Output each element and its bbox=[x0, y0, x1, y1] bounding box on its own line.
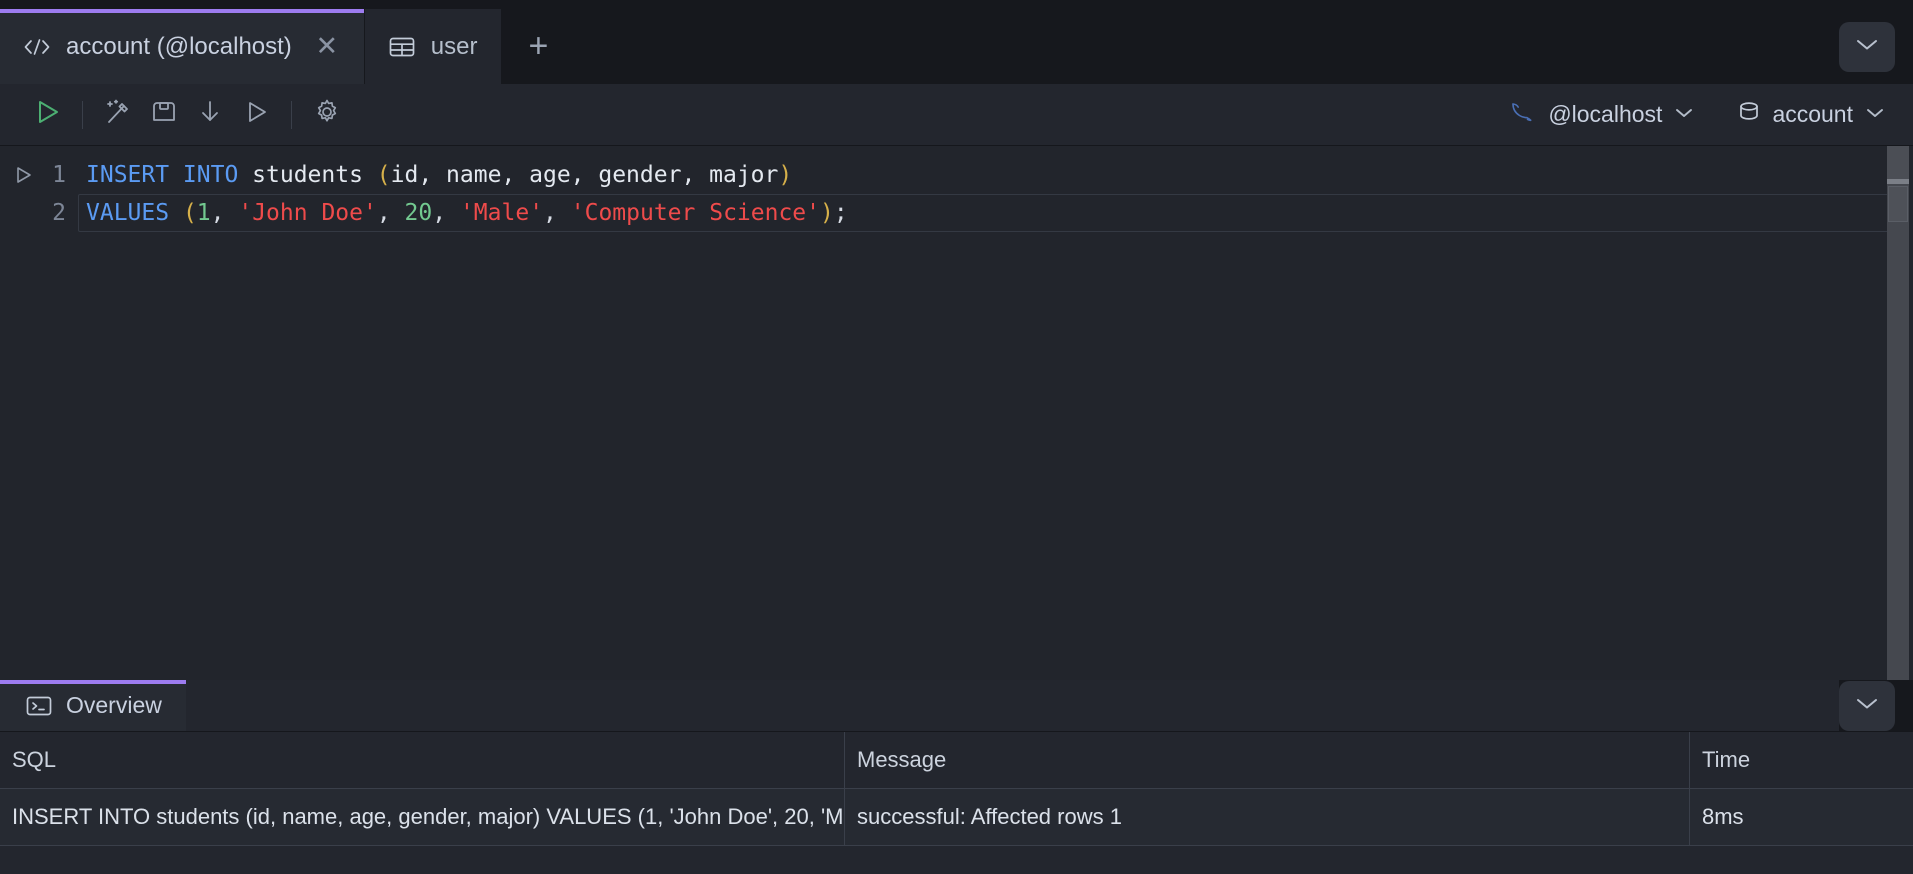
line-number: 1 bbox=[52, 162, 66, 188]
table-header-row: SQL Message Time bbox=[0, 732, 1913, 789]
panel-tab-label: Overview bbox=[66, 692, 162, 718]
run-statement-icon[interactable] bbox=[10, 164, 36, 186]
chevron-down-icon bbox=[1674, 106, 1694, 124]
tab-overview[interactable]: Overview bbox=[0, 680, 186, 731]
table-icon bbox=[387, 35, 417, 59]
connection-name: @localhost bbox=[1548, 101, 1663, 127]
cell-message[interactable]: successful: Affected rows 1 bbox=[845, 789, 1690, 845]
scrollbar-track[interactable] bbox=[1887, 146, 1909, 680]
terminal-icon bbox=[24, 694, 54, 718]
column-header-time[interactable]: Time bbox=[1690, 732, 1913, 788]
active-tab-indicator bbox=[0, 9, 364, 13]
results-panel: Overview SQL Message Time INSERT INTO st… bbox=[0, 680, 1913, 874]
toolbar-divider bbox=[291, 100, 292, 129]
sql-editor[interactable]: 1 2 INSERT INTO students (id, name, age,… bbox=[0, 146, 1913, 680]
database-icon bbox=[1736, 99, 1762, 131]
download-button[interactable] bbox=[187, 92, 233, 138]
code-token: , bbox=[543, 200, 571, 226]
cell-sql[interactable]: INSERT INTO students (id, name, age, gen… bbox=[0, 789, 845, 845]
toolbar-divider bbox=[82, 100, 83, 129]
scrollbar-viewport-box[interactable] bbox=[1888, 186, 1908, 222]
editor-vertical-scrollbar[interactable] bbox=[1887, 146, 1913, 680]
code-token: 'Male' bbox=[459, 200, 544, 226]
column-header-sql[interactable]: SQL bbox=[0, 732, 845, 788]
tab-label: user bbox=[430, 32, 478, 60]
gutter-line-1: 1 bbox=[10, 156, 78, 194]
settings-button[interactable] bbox=[304, 92, 350, 138]
tab-bar-spacer bbox=[574, 9, 1839, 84]
chevron-down-icon bbox=[1854, 695, 1880, 716]
code-tags-icon bbox=[22, 35, 52, 59]
results-tab-spacer bbox=[185, 680, 1839, 731]
table-row[interactable]: INSERT INTO students (id, name, age, gen… bbox=[0, 789, 1913, 846]
code-token: , bbox=[210, 200, 239, 226]
code-token: 'Computer Science' bbox=[570, 200, 820, 226]
tab-user[interactable]: user bbox=[364, 9, 503, 84]
cell-time[interactable]: 8ms bbox=[1690, 789, 1913, 845]
code-line-1: INSERT INTO students (id, name, age, gen… bbox=[86, 156, 1913, 194]
run-query-button[interactable] bbox=[24, 92, 70, 138]
tab-label: account (@localhost) bbox=[66, 32, 292, 60]
results-tab-bar: Overview bbox=[0, 680, 1913, 732]
editor-gutter: 1 2 bbox=[0, 146, 78, 680]
code-token: , bbox=[432, 200, 460, 226]
code-token: ( bbox=[182, 200, 197, 226]
code-token: ( bbox=[376, 162, 391, 188]
line-number: 2 bbox=[52, 200, 66, 226]
save-button[interactable] bbox=[141, 92, 187, 138]
code-token: INSERT INTO bbox=[86, 162, 253, 188]
code-token: 'John Doe' bbox=[238, 200, 377, 226]
code-token: students bbox=[252, 162, 377, 188]
play-outline-icon bbox=[241, 97, 271, 132]
code-token: VALUES bbox=[86, 200, 183, 226]
scrollbar-marker bbox=[1887, 179, 1909, 184]
close-icon[interactable]: ✕ bbox=[314, 33, 340, 60]
download-arrow-icon bbox=[195, 97, 225, 132]
play-icon bbox=[32, 97, 62, 132]
editor-toolbar: @localhost account bbox=[0, 84, 1913, 146]
plus-icon: + bbox=[528, 27, 549, 65]
code-token: ) bbox=[820, 200, 834, 226]
results-table: SQL Message Time INSERT INTO students (i… bbox=[0, 732, 1913, 874]
database-name: account bbox=[1772, 101, 1853, 127]
new-tab-button[interactable]: + bbox=[502, 9, 575, 84]
gear-icon bbox=[312, 97, 342, 132]
database-selector[interactable]: account bbox=[1730, 99, 1891, 131]
code-token: 1 bbox=[196, 200, 211, 226]
format-sql-button[interactable] bbox=[95, 92, 141, 138]
code-token: , bbox=[376, 200, 405, 226]
code-token: id, name, age, gender, major bbox=[390, 162, 779, 188]
code-token: ) bbox=[778, 162, 793, 188]
sql-editor-area: 1 2 INSERT INTO students (id, name, age,… bbox=[0, 146, 1913, 680]
editor-code[interactable]: INSERT INTO students (id, name, age, gen… bbox=[78, 146, 1913, 680]
scrollbar-thumb[interactable] bbox=[1887, 146, 1909, 179]
code-line-2: VALUES (1, 'John Doe', 20, 'Male', 'Comp… bbox=[86, 194, 1913, 232]
code-token: 20 bbox=[404, 200, 433, 226]
tab-bar: account (@localhost) ✕ user + bbox=[0, 0, 1913, 84]
gutter-line-2: 2 bbox=[10, 194, 78, 232]
tab-bar-collapse-button[interactable] bbox=[1839, 21, 1895, 72]
code-token: ; bbox=[833, 200, 848, 226]
floppy-save-icon bbox=[149, 97, 179, 132]
column-header-message[interactable]: Message bbox=[845, 732, 1690, 788]
results-panel-collapse-button[interactable] bbox=[1839, 680, 1895, 731]
chevron-down-icon bbox=[1865, 106, 1885, 124]
sql-client-window: account (@localhost) ✕ user + @localhost… bbox=[0, 0, 1913, 874]
mysql-dolphin-icon bbox=[1508, 99, 1538, 131]
active-tab-indicator bbox=[0, 680, 186, 684]
tab-account-localhost[interactable]: account (@localhost) ✕ bbox=[0, 9, 365, 84]
execute-selection-button[interactable] bbox=[233, 92, 279, 138]
magic-wand-icon bbox=[103, 97, 133, 132]
connection-selector[interactable]: @localhost bbox=[1502, 99, 1700, 131]
chevron-down-icon bbox=[1854, 36, 1880, 57]
